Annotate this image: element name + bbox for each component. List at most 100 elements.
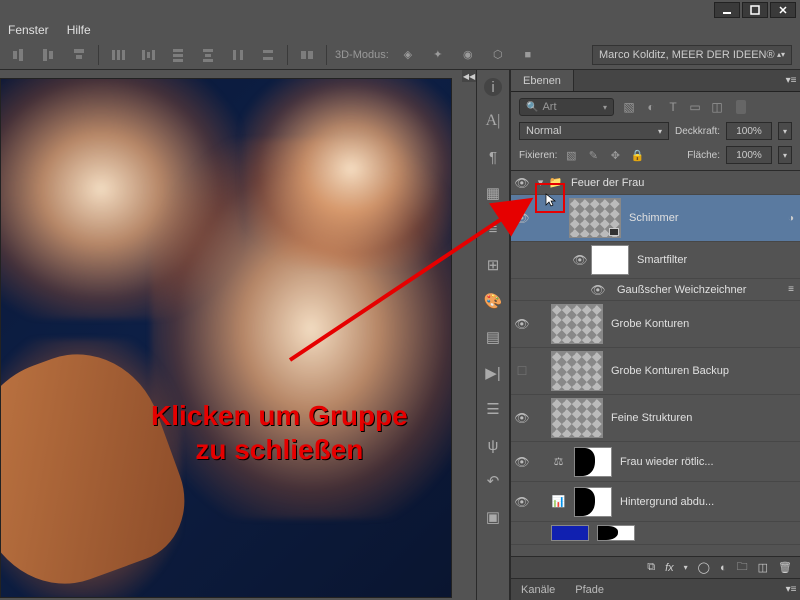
- lock-pixels-icon[interactable]: ✎: [585, 147, 601, 163]
- menu-fenster[interactable]: Fenster: [8, 23, 49, 37]
- filter-smart-icon[interactable]: ◫: [708, 99, 726, 115]
- swatches-panel-icon[interactable]: ⊞: [482, 254, 504, 276]
- distribute-icon-1[interactable]: [107, 44, 129, 66]
- layer-name: Schimmer: [629, 212, 788, 224]
- layer-name: Grobe Konturen: [611, 318, 800, 330]
- fill-input[interactable]: 100%: [726, 146, 772, 164]
- opacity-chevron[interactable]: ▾: [778, 122, 792, 140]
- filter-pixel-icon[interactable]: ▧: [620, 99, 638, 115]
- filter-toggle[interactable]: [736, 100, 746, 114]
- layer-grobe[interactable]: 👁 Grobe Konturen: [511, 301, 800, 348]
- blend-mode-select[interactable]: Normal▾: [519, 122, 669, 140]
- visibility-icon[interactable]: 👁: [511, 317, 533, 331]
- deckkraft-label: Deckkraft:: [675, 126, 720, 137]
- align-panel-icon[interactable]: ☰: [482, 398, 504, 420]
- 3d-icon-2[interactable]: ✦: [427, 44, 449, 66]
- tab-pfade[interactable]: Pfade: [565, 579, 614, 600]
- visibility-icon[interactable]: 👁: [569, 253, 591, 267]
- bottom-panel-menu-icon[interactable]: ▾≡: [782, 579, 800, 600]
- info-panel-icon[interactable]: i: [484, 78, 502, 96]
- layer-feine[interactable]: 👁 Feine Strukturen: [511, 395, 800, 442]
- layer-name: Grobe Konturen Backup: [611, 365, 800, 377]
- layer-grobe-backup[interactable]: ☐ Grobe Konturen Backup: [511, 348, 800, 395]
- align-icon-3[interactable]: [68, 44, 90, 66]
- layer-smartfilter[interactable]: 👁 Smartfilter: [511, 242, 800, 279]
- menu-hilfe[interactable]: Hilfe: [67, 23, 91, 37]
- visibility-icon[interactable]: 👁: [511, 455, 533, 469]
- brush-panel-icon[interactable]: ψ: [482, 434, 504, 456]
- layer-name: Frau wieder rötlic...: [620, 456, 800, 468]
- adjustment-icon: ⚖: [551, 455, 566, 468]
- grid-panel-icon[interactable]: ▦: [482, 182, 504, 204]
- distribute-icon-6[interactable]: [257, 44, 279, 66]
- mask-thumbnail: [574, 447, 612, 477]
- canvas[interactable]: Klicken um Gruppe zu schließen: [0, 78, 452, 598]
- visibility-icon[interactable]: ☐: [511, 364, 533, 378]
- layer-thumbnail: [551, 351, 603, 391]
- mask-thumbnail: [597, 525, 635, 541]
- lock-all-icon[interactable]: 🔒: [629, 147, 645, 163]
- new-group-icon[interactable]: 🗀: [737, 558, 748, 577]
- panel-menu-icon[interactable]: ▾≡: [782, 70, 800, 91]
- fill-chevron[interactable]: ▾: [778, 146, 792, 164]
- tab-kanaele[interactable]: Kanäle: [511, 579, 565, 600]
- color-panel-icon[interactable]: 🎨: [482, 290, 504, 312]
- mask-icon[interactable]: ◯: [698, 561, 710, 574]
- close-button[interactable]: [770, 2, 796, 18]
- history-panel-icon[interactable]: ↶: [482, 470, 504, 492]
- new-layer-icon[interactable]: ◫: [758, 561, 768, 574]
- actions-panel-icon[interactable]: ▶|: [482, 362, 504, 384]
- filter-type-icon[interactable]: T: [664, 99, 682, 115]
- auto-align-icon[interactable]: [296, 44, 318, 66]
- 3d-icon-3[interactable]: ◉: [457, 44, 479, 66]
- lock-position-icon[interactable]: ✥: [607, 147, 623, 163]
- delete-layer-icon[interactable]: 🗑: [778, 561, 792, 574]
- filter-mask-thumbnail: [591, 245, 629, 275]
- paragraph-panel-icon[interactable]: ¶: [482, 146, 504, 168]
- filter-options-icon[interactable]: ≡: [788, 284, 794, 295]
- navigator-panel-icon[interactable]: ▣: [482, 506, 504, 528]
- adjustment-layer-icon[interactable]: ◐: [720, 562, 727, 574]
- adjustments-panel-icon[interactable]: ▤: [482, 326, 504, 348]
- align-icon-1[interactable]: [8, 44, 30, 66]
- mask-thumbnail: [574, 487, 612, 517]
- fixieren-label: Fixieren:: [519, 150, 557, 161]
- 3d-icon-1[interactable]: ◈: [397, 44, 419, 66]
- fx-icon[interactable]: fx: [665, 562, 674, 574]
- opacity-input[interactable]: 100%: [726, 122, 772, 140]
- cursor-icon: [544, 192, 560, 208]
- character-panel-icon[interactable]: A|: [482, 110, 504, 132]
- 3d-icon-4[interactable]: ⬡: [487, 44, 509, 66]
- tab-ebenen[interactable]: Ebenen: [511, 70, 574, 91]
- smart-filter-item[interactable]: 👁 Gaußscher Weichzeichner ≡: [511, 279, 800, 301]
- filter-shape-icon[interactable]: ▭: [686, 99, 704, 115]
- menu-panel-icon[interactable]: ≡: [482, 218, 504, 240]
- account-dropdown[interactable]: Marco Kolditz, MEER DER IDEEN® ▴▾: [592, 45, 792, 65]
- maximize-button[interactable]: [742, 2, 768, 18]
- tutorial-annotation: Klicken um Gruppe zu schließen: [151, 399, 408, 466]
- link-layers-icon[interactable]: ⧉: [647, 561, 655, 574]
- 3d-icon-5[interactable]: ■: [517, 44, 539, 66]
- visibility-icon[interactable]: 👁: [511, 211, 533, 225]
- layers-list: 👁 ▾ 📁 Feuer der Frau 👁 Schimmer ◑ 👁 Smar…: [511, 171, 800, 556]
- lock-transparency-icon[interactable]: ▧: [563, 147, 579, 163]
- filter-adjustment-icon[interactable]: ◐: [642, 99, 660, 115]
- layer-name: Hintergrund abdu...: [620, 496, 800, 508]
- visibility-icon[interactable]: 👁: [511, 176, 533, 190]
- layer-search[interactable]: 🔍 Art ▾: [519, 98, 614, 116]
- distribute-icon-3[interactable]: [167, 44, 189, 66]
- align-icon-2[interactable]: [38, 44, 60, 66]
- layer-hintergrund[interactable]: 👁 📊 Hintergrund abdu...: [511, 482, 800, 522]
- visibility-icon[interactable]: 👁: [511, 495, 533, 509]
- distribute-icon-2[interactable]: [137, 44, 159, 66]
- smart-object-icon: ◑: [788, 213, 794, 224]
- minimize-button[interactable]: [714, 2, 740, 18]
- distribute-icon-4[interactable]: [197, 44, 219, 66]
- visibility-icon[interactable]: 👁: [587, 283, 609, 297]
- visibility-icon[interactable]: 👁: [511, 411, 533, 425]
- layer-frau[interactable]: 👁 ⚖ Frau wieder rötlic...: [511, 442, 800, 482]
- distribute-icon-5[interactable]: [227, 44, 249, 66]
- layer-row[interactable]: [511, 522, 800, 545]
- collapse-panels-icon[interactable]: ◀◀: [462, 70, 476, 82]
- mode3d-label: 3D-Modus:: [335, 49, 389, 61]
